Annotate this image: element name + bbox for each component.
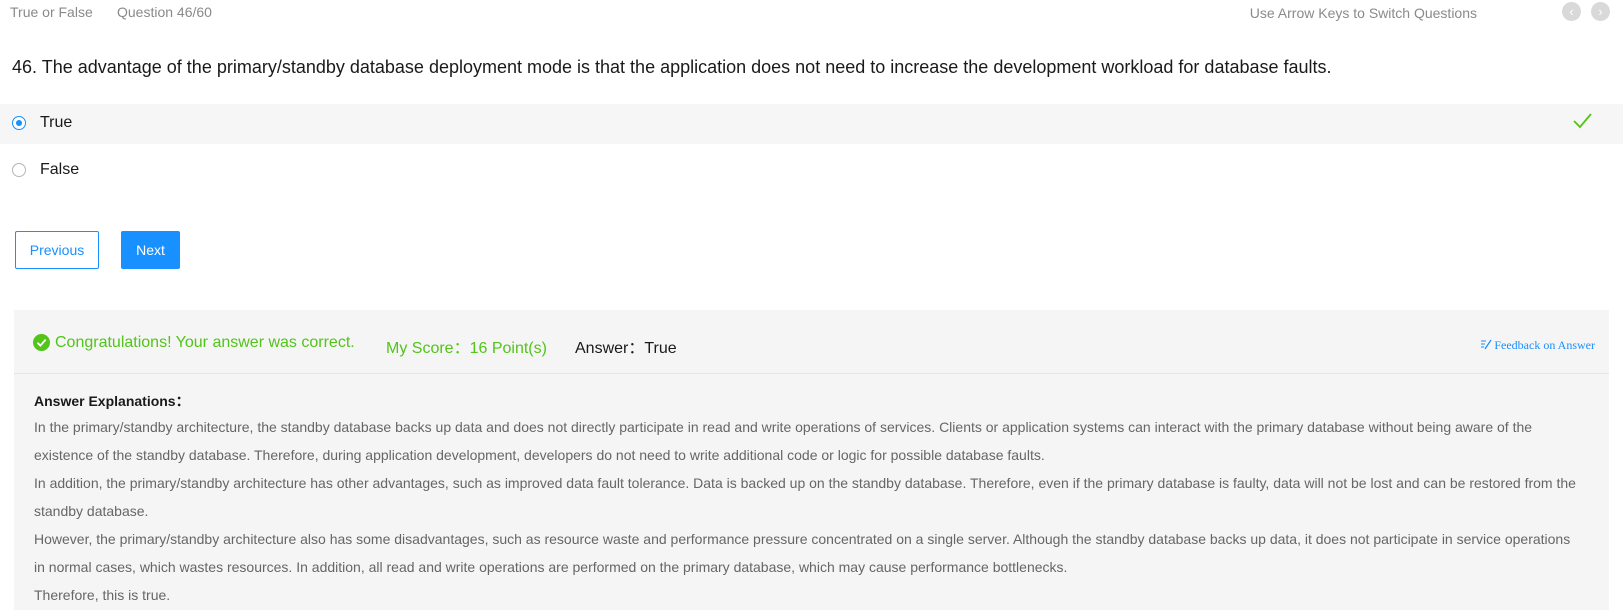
explanation-body: In the primary/standby architecture, the… [34, 413, 1582, 609]
next-button[interactable]: Next [121, 231, 180, 269]
explanation-paragraph: In addition, the primary/standby archite… [34, 475, 1576, 519]
question-type: True or False [10, 4, 93, 20]
edit-icon [1481, 339, 1492, 350]
radio-unselected-icon[interactable] [12, 163, 26, 177]
check-circle-icon [33, 334, 50, 351]
my-score: My Score：16 Point(s) [386, 340, 547, 357]
explanation-title: Answer Explanations： [34, 393, 190, 409]
result-panel: Congratulations! Your answer was correct… [14, 310, 1609, 610]
correct-answer: Answer：True [575, 340, 677, 357]
feedback-label[interactable]: Feedback on Answer [1494, 338, 1595, 352]
option-label: True [40, 114, 73, 131]
checkmark-icon [1573, 113, 1592, 129]
explanation-paragraph: However, the primary/standby architectur… [34, 531, 1571, 575]
previous-button[interactable]: Previous [15, 231, 99, 269]
chevron-left-icon[interactable]: ‹ [1562, 2, 1581, 21]
question-counter: Question 46/60 [117, 4, 212, 20]
chevron-right-icon[interactable]: › [1591, 2, 1610, 21]
result-header: Congratulations! Your answer was correct… [14, 310, 1609, 374]
explanation-paragraph: Therefore, this is true. [34, 587, 171, 603]
option-false[interactable]: False [0, 151, 1623, 191]
result-message: Congratulations! Your answer was correct… [55, 334, 355, 351]
option-true[interactable]: True [0, 104, 1623, 144]
feedback-link[interactable]: Feedback on Answer [1480, 338, 1595, 353]
explanation-paragraph: In the primary/standby architecture, the… [34, 419, 1533, 463]
radio-selected-icon[interactable] [12, 116, 26, 130]
keyboard-hint: Use Arrow Keys to Switch Questions [1249, 5, 1477, 21]
top-bar: True or False Question 46/60 Use Arrow K… [0, 0, 1623, 26]
question-text: 46. The advantage of the primary/standby… [12, 57, 1332, 77]
option-label: False [40, 161, 80, 178]
